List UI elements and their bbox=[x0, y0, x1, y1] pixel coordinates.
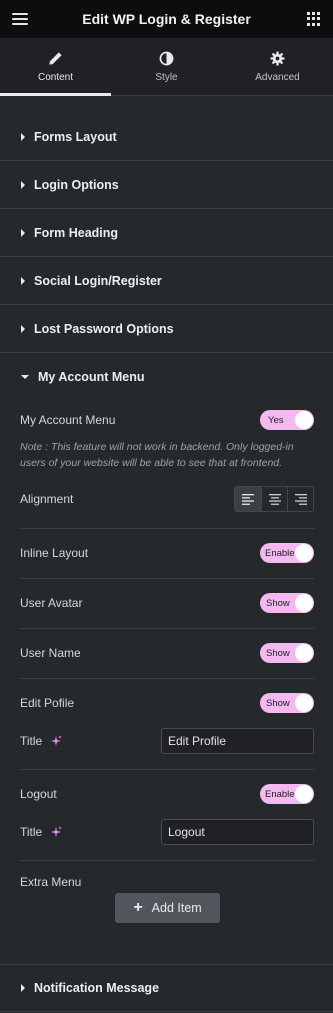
section-forms-layout[interactable]: Forms Layout bbox=[0, 113, 333, 161]
gear-icon bbox=[270, 50, 285, 66]
caret-right-icon bbox=[21, 228, 25, 237]
section-notification-message[interactable]: Notification Message bbox=[0, 964, 333, 1012]
section-label: Social Login/Register bbox=[34, 273, 162, 288]
my-account-menu-label: My Account Menu bbox=[20, 413, 116, 427]
section-label: Notification Message bbox=[34, 981, 160, 995]
toggle-text: Show bbox=[266, 597, 290, 609]
section-label: Form Heading bbox=[34, 225, 119, 240]
toggle-knob bbox=[295, 544, 313, 562]
tab-advanced[interactable]: Advanced bbox=[222, 38, 333, 95]
backend-note: Note : This feature will not work in bac… bbox=[20, 441, 294, 469]
logout-row: Logout Enable bbox=[20, 783, 314, 805]
extra-menu-row: Extra Menu bbox=[20, 873, 314, 891]
section-form-heading[interactable]: Form Heading bbox=[0, 209, 333, 257]
caret-right-icon bbox=[21, 276, 25, 285]
toggle-text: Enable bbox=[265, 547, 295, 559]
alignment-row: Alignment bbox=[20, 486, 314, 512]
user-name-row: User Name Show bbox=[20, 642, 314, 664]
divider bbox=[20, 578, 314, 579]
tab-content-label: Content bbox=[37, 71, 74, 83]
toggle-knob bbox=[295, 411, 313, 429]
editor-header: Edit WP Login & Register bbox=[0, 0, 333, 38]
plus-icon: + bbox=[133, 899, 143, 916]
user-name-label: User Name bbox=[20, 646, 81, 660]
ai-sparkle-icon[interactable] bbox=[50, 826, 62, 838]
divider bbox=[20, 528, 314, 529]
logout-label: Logout bbox=[20, 787, 57, 801]
title-label: Title bbox=[20, 734, 62, 748]
tab-advanced-label: Advanced bbox=[255, 71, 300, 83]
caret-right-icon bbox=[21, 324, 25, 333]
section-social-login[interactable]: Social Login/Register bbox=[0, 257, 333, 305]
pencil-icon bbox=[49, 51, 62, 65]
divider bbox=[20, 769, 314, 770]
add-item-label: Add Item bbox=[151, 901, 202, 915]
toggle-knob bbox=[295, 785, 313, 803]
user-avatar-row: User Avatar Show bbox=[20, 592, 314, 614]
my-account-menu-toggle[interactable]: Yes bbox=[260, 410, 314, 430]
caret-right-icon bbox=[21, 132, 25, 141]
my-account-menu-row: My Account Menu Yes bbox=[20, 409, 314, 431]
ai-sparkle-icon[interactable] bbox=[50, 735, 62, 747]
toggle-text: Show bbox=[266, 697, 290, 709]
tab-style[interactable]: Style bbox=[111, 38, 222, 95]
logout-title-row: Title bbox=[20, 819, 314, 845]
add-item-button[interactable]: + Add Item bbox=[115, 893, 220, 923]
edit-profile-toggle[interactable]: Show bbox=[260, 693, 314, 713]
section-label: Lost Password Options bbox=[34, 321, 174, 336]
align-right-icon bbox=[294, 493, 307, 505]
logout-title-input[interactable] bbox=[161, 819, 314, 845]
alignment-label: Alignment bbox=[20, 492, 74, 506]
user-avatar-toggle[interactable]: Show bbox=[260, 593, 314, 613]
tab-content[interactable]: Content bbox=[0, 38, 111, 96]
section-label: Forms Layout bbox=[34, 129, 117, 144]
caret-right-icon bbox=[21, 180, 25, 189]
title-label: Title bbox=[20, 825, 62, 839]
section-label: Login Options bbox=[34, 177, 119, 192]
toggle-knob bbox=[295, 694, 313, 712]
inline-layout-toggle[interactable]: Enable bbox=[260, 543, 314, 563]
hamburger-icon[interactable] bbox=[12, 11, 28, 27]
align-left-icon bbox=[242, 493, 254, 505]
toggle-knob bbox=[295, 594, 313, 612]
align-left-button[interactable] bbox=[235, 487, 261, 511]
edit-profile-row: Edit Pofile Show bbox=[20, 692, 314, 714]
edit-profile-title-row: Title bbox=[20, 728, 314, 754]
section-label: My Account Menu bbox=[38, 370, 145, 384]
title-label-text: Title bbox=[20, 734, 43, 748]
divider bbox=[20, 860, 314, 861]
edit-profile-label: Edit Pofile bbox=[20, 696, 75, 710]
caret-down-icon bbox=[21, 375, 29, 379]
tab-style-label: Style bbox=[155, 71, 178, 83]
section-login-options[interactable]: Login Options bbox=[0, 161, 333, 209]
toggle-text: Enable bbox=[265, 788, 295, 800]
alignment-control bbox=[234, 486, 314, 512]
grid-icon[interactable] bbox=[307, 12, 321, 26]
toggle-knob bbox=[295, 644, 313, 662]
section-lost-password[interactable]: Lost Password Options bbox=[0, 305, 333, 353]
panel-tabs: Content Style Advanced bbox=[0, 38, 333, 96]
align-center-button[interactable] bbox=[261, 487, 287, 511]
align-right-button[interactable] bbox=[287, 487, 313, 511]
title-label-text: Title bbox=[20, 825, 43, 839]
caret-right-icon bbox=[21, 984, 25, 992]
logout-toggle[interactable]: Enable bbox=[260, 784, 314, 804]
section-my-account-menu[interactable]: My Account Menu bbox=[0, 353, 333, 401]
align-center-icon bbox=[268, 493, 281, 505]
divider bbox=[20, 628, 314, 629]
half-circle-icon bbox=[159, 51, 174, 65]
edit-profile-title-input[interactable] bbox=[161, 728, 314, 754]
inline-layout-label: Inline Layout bbox=[20, 546, 89, 560]
user-name-toggle[interactable]: Show bbox=[260, 643, 314, 663]
extra-menu-label: Extra Menu bbox=[20, 875, 82, 889]
user-avatar-label: User Avatar bbox=[20, 596, 83, 610]
toggle-text: Yes bbox=[268, 414, 284, 426]
inline-layout-row: Inline Layout Enable bbox=[20, 542, 314, 564]
panel-title: Edit WP Login & Register bbox=[82, 11, 251, 27]
toggle-text: Show bbox=[266, 647, 290, 659]
divider bbox=[20, 678, 314, 679]
